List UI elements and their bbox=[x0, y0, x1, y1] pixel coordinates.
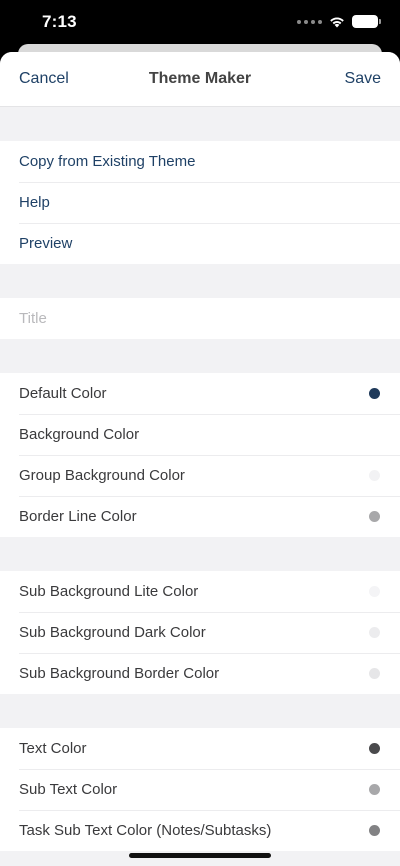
battery-icon bbox=[352, 15, 381, 28]
sub-background-dark-color-row[interactable]: Sub Background Dark Color bbox=[0, 612, 400, 653]
help-row[interactable]: Help bbox=[0, 182, 400, 223]
preview-label: Preview bbox=[19, 235, 73, 252]
default-color-label: Default Color bbox=[19, 385, 107, 402]
background-color-row[interactable]: Background Color bbox=[0, 414, 400, 455]
sub-background-border-color-row[interactable]: Sub Background Border Color bbox=[0, 653, 400, 694]
main-colors-group: Default Color Background Color Group Bac… bbox=[0, 373, 400, 537]
save-button[interactable]: Save bbox=[345, 70, 381, 88]
group-background-color-label: Group Background Color bbox=[19, 467, 185, 484]
section-spacer bbox=[0, 694, 400, 728]
sub-background-dark-color-swatch bbox=[369, 627, 380, 638]
section-spacer bbox=[0, 339, 400, 373]
section-spacer bbox=[0, 264, 400, 298]
status-time: 7:13 bbox=[42, 12, 77, 31]
task-sub-text-color-row[interactable]: Task Sub Text Color (Notes/Subtasks) bbox=[0, 810, 400, 851]
text-color-swatch bbox=[369, 743, 380, 754]
sub-background-dark-color-label: Sub Background Dark Color bbox=[19, 624, 206, 641]
background-color-label: Background Color bbox=[19, 426, 140, 443]
wifi-icon bbox=[329, 16, 345, 28]
text-color-label: Text Color bbox=[19, 740, 87, 757]
section-spacer bbox=[0, 537, 400, 571]
sub-background-border-color-label: Sub Background Border Color bbox=[19, 665, 220, 682]
title-input[interactable]: Title bbox=[0, 298, 400, 339]
border-line-color-label: Border Line Color bbox=[19, 508, 137, 525]
sub-background-lite-color-label: Sub Background Lite Color bbox=[19, 583, 199, 600]
text-colors-group: Text Color Sub Text Color Task Sub Text … bbox=[0, 728, 400, 851]
actions-group: Copy from Existing Theme Help Preview bbox=[0, 141, 400, 264]
sub-text-color-row[interactable]: Sub Text Color bbox=[0, 769, 400, 810]
copy-existing-theme-label: Copy from Existing Theme bbox=[19, 153, 196, 170]
cancel-button[interactable]: Cancel bbox=[19, 70, 69, 88]
status-icons bbox=[297, 15, 381, 28]
help-label: Help bbox=[19, 194, 50, 211]
task-sub-text-color-swatch bbox=[369, 825, 380, 836]
sub-text-color-swatch bbox=[369, 784, 380, 795]
sub-background-lite-color-row[interactable]: Sub Background Lite Color bbox=[0, 571, 400, 612]
sub-background-border-color-swatch bbox=[369, 668, 380, 679]
task-sub-text-color-label: Task Sub Text Color (Notes/Subtasks) bbox=[19, 822, 272, 839]
default-color-swatch bbox=[369, 388, 380, 399]
cellular-signal-icon bbox=[297, 19, 322, 24]
background-color-swatch bbox=[369, 429, 380, 440]
border-line-color-swatch bbox=[369, 511, 380, 522]
title-group: Title bbox=[0, 298, 400, 339]
sub-background-lite-color-swatch bbox=[369, 586, 380, 597]
sub-text-color-label: Sub Text Color bbox=[19, 781, 118, 798]
home-indicator[interactable] bbox=[129, 853, 271, 858]
sub-colors-group: Sub Background Lite Color Sub Background… bbox=[0, 571, 400, 694]
preview-row[interactable]: Preview bbox=[0, 223, 400, 264]
title-placeholder: Title bbox=[19, 310, 47, 327]
theme-maker-sheet: Cancel Theme Maker Save Copy from Existi… bbox=[0, 52, 400, 866]
default-color-row[interactable]: Default Color bbox=[0, 373, 400, 414]
group-background-color-swatch bbox=[369, 470, 380, 481]
text-color-row[interactable]: Text Color bbox=[0, 728, 400, 769]
navigation-bar: Cancel Theme Maker Save bbox=[0, 52, 400, 107]
border-line-color-row[interactable]: Border Line Color bbox=[0, 496, 400, 537]
status-bar: 7:13 bbox=[0, 0, 400, 46]
group-background-color-row[interactable]: Group Background Color bbox=[0, 455, 400, 496]
section-spacer bbox=[0, 107, 400, 141]
copy-existing-theme-row[interactable]: Copy from Existing Theme bbox=[0, 141, 400, 182]
